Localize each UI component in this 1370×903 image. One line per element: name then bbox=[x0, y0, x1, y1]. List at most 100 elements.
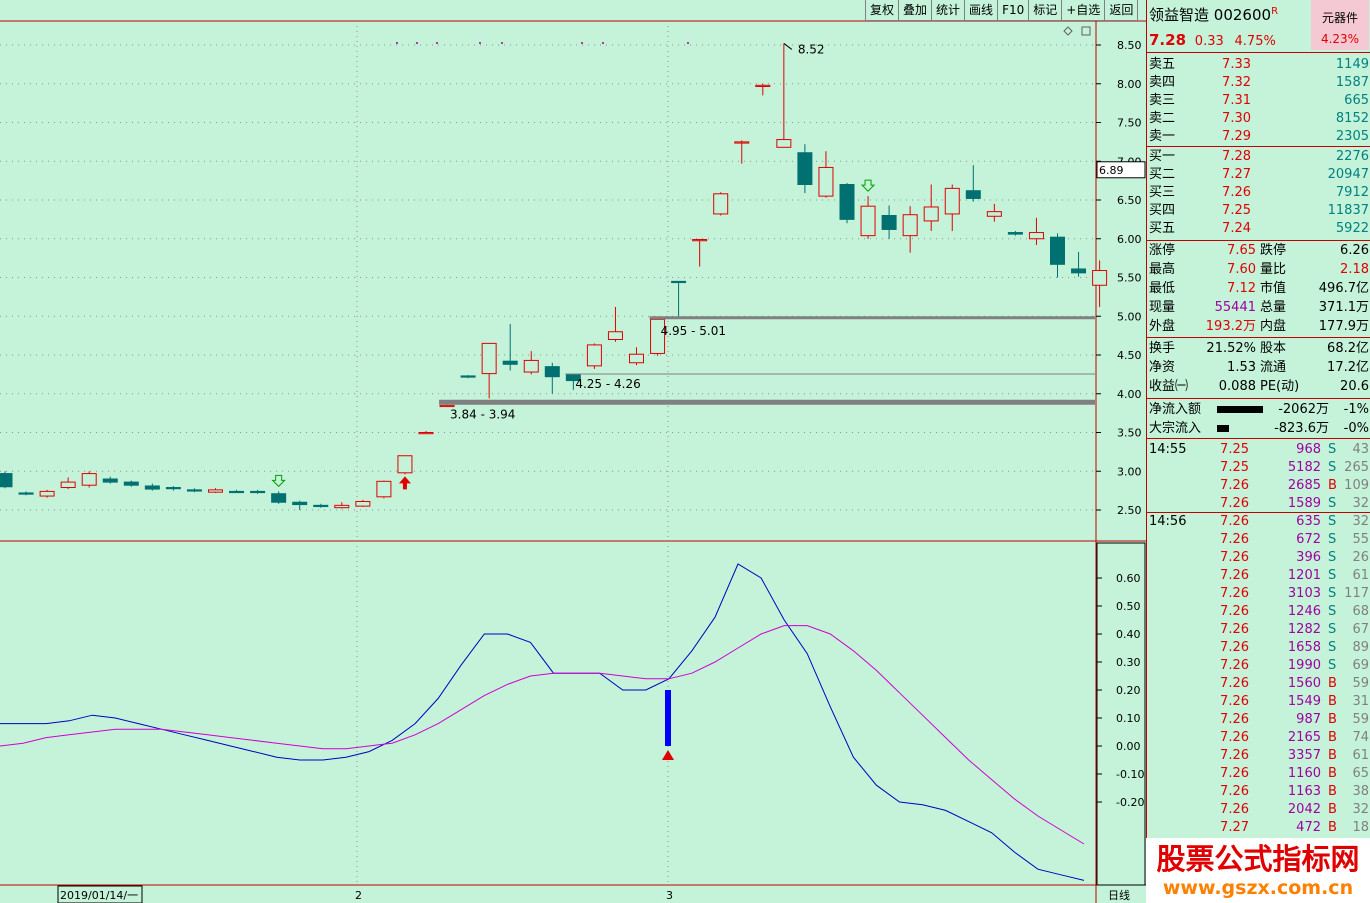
dif-line bbox=[0, 563, 1085, 881]
tick-side: B bbox=[1328, 712, 1337, 727]
stat-key: 涨停 bbox=[1149, 243, 1176, 258]
tick-count: 59 bbox=[1352, 676, 1369, 691]
tick-price: 7.26 bbox=[1220, 532, 1249, 547]
candle bbox=[271, 491, 287, 504]
tick-count: 31 bbox=[1352, 694, 1369, 709]
candle bbox=[713, 192, 729, 216]
indicator-tick-label: 0.60 bbox=[1116, 572, 1141, 585]
bid-row[interactable]: 买四 7.25 11837 bbox=[1147, 202, 1370, 220]
candle-body bbox=[481, 342, 497, 375]
candle-body bbox=[186, 489, 202, 492]
ask-volume: 1587 bbox=[1335, 75, 1369, 90]
mark-button[interactable]: 标记 bbox=[1028, 0, 1063, 21]
overlay-button[interactable]: 叠加 bbox=[898, 0, 933, 21]
candle-body bbox=[986, 211, 1002, 217]
signal-dot bbox=[396, 42, 398, 44]
ask-row[interactable]: 卖四 7.32 1587 bbox=[1147, 74, 1370, 92]
statistics-button[interactable]: 统计 bbox=[931, 0, 966, 21]
flow-bar bbox=[1217, 425, 1229, 432]
stat-value-2: 17.2亿 bbox=[1327, 360, 1369, 375]
flow-pct: -1% bbox=[1343, 402, 1369, 417]
candle bbox=[292, 500, 308, 510]
tick-volume: 1163 bbox=[1287, 784, 1321, 799]
tick-count: 26 bbox=[1352, 550, 1369, 565]
candle-body bbox=[144, 485, 160, 490]
stat-row: 涨停 7.65 跌停 6.26 bbox=[1147, 242, 1370, 260]
tick-price: 7.26 bbox=[1220, 676, 1249, 691]
bid-label: 买四 bbox=[1149, 203, 1176, 218]
tick-row: 7.27 472 B 18 bbox=[1147, 819, 1370, 837]
tick-volume: 3103 bbox=[1287, 586, 1321, 601]
bid-price: 7.26 bbox=[1222, 185, 1251, 200]
price-tick-label: 3.00 bbox=[1117, 465, 1142, 478]
stat-row: 净资 1.53 流通 17.2亿 bbox=[1147, 359, 1370, 377]
stat-key-2: 总量 bbox=[1260, 300, 1287, 315]
month-label: 3 bbox=[666, 889, 673, 902]
signal-dot bbox=[416, 42, 418, 44]
down-arrow-icon bbox=[860, 179, 876, 192]
tick-price: 7.27 bbox=[1220, 820, 1249, 835]
tick-row: 7.26 1658 S 89 bbox=[1147, 639, 1370, 657]
stat-value: 7.12 bbox=[1227, 281, 1256, 296]
candle-body bbox=[629, 353, 644, 364]
stat-row: 最高 7.60 量比 2.18 bbox=[1147, 261, 1370, 279]
restore-rights-button[interactable]: 复权 bbox=[865, 0, 900, 21]
flow-value: -823.6万 bbox=[1274, 421, 1329, 436]
indicator-tick-label: -0.10 bbox=[1116, 768, 1144, 781]
candle bbox=[460, 375, 476, 379]
candle-body bbox=[839, 184, 855, 220]
stat-row: 最低 7.12 市值 496.7亿 bbox=[1147, 280, 1370, 298]
signal-bar bbox=[665, 690, 671, 746]
tick-side: B bbox=[1328, 766, 1337, 781]
last-price: 7.28 bbox=[1149, 31, 1187, 49]
draw-line-button[interactable]: 画线 bbox=[964, 0, 999, 21]
stat-key: 净资 bbox=[1149, 360, 1176, 375]
tick-side: B bbox=[1328, 478, 1337, 493]
tick-count: 109 bbox=[1344, 478, 1369, 493]
sector-plugin[interactable]: 元器件 4.23% bbox=[1311, 0, 1369, 50]
tick-price: 7.26 bbox=[1220, 766, 1249, 781]
tick-side: S bbox=[1328, 550, 1337, 565]
candle-body bbox=[1007, 232, 1023, 235]
tick-side: S bbox=[1328, 460, 1337, 475]
candle bbox=[881, 205, 897, 239]
tick-volume: 1990 bbox=[1287, 658, 1321, 673]
bid-volume: 2276 bbox=[1335, 149, 1369, 164]
f10-button[interactable]: F10 bbox=[997, 0, 1030, 21]
signal-dot bbox=[501, 42, 503, 44]
bid-label: 买二 bbox=[1149, 167, 1176, 182]
candle bbox=[965, 165, 981, 202]
add-watchlist-button[interactable]: +自选 bbox=[1061, 0, 1106, 21]
back-button[interactable]: 返回 bbox=[1104, 0, 1139, 21]
flow-label: 大宗流入 bbox=[1149, 421, 1202, 436]
stat-value-2: 20.6 bbox=[1340, 379, 1369, 394]
tick-volume: 968 bbox=[1296, 442, 1321, 457]
stat-key-2: PE(动) bbox=[1260, 379, 1300, 394]
stock-name: 领益智造 bbox=[1149, 6, 1210, 24]
ask-label: 卖二 bbox=[1149, 111, 1176, 126]
ask-row[interactable]: 卖二 7.30 8152 bbox=[1147, 110, 1370, 128]
kline-chart-area[interactable]: 8.508.007.507.006.506.005.505.004.504.00… bbox=[0, 0, 1146, 903]
bid-row[interactable]: 买二 7.27 20947 bbox=[1147, 166, 1370, 184]
price-change: 0.33 bbox=[1194, 34, 1224, 49]
tick-side: B bbox=[1328, 730, 1337, 745]
bid-row[interactable]: 买一 7.28 2276 bbox=[1147, 148, 1370, 166]
tick-side: S bbox=[1328, 568, 1337, 583]
bid-row[interactable]: 买三 7.26 7912 bbox=[1147, 184, 1370, 202]
candle bbox=[502, 324, 518, 371]
sector-name: 元器件 bbox=[1321, 11, 1358, 25]
bid-volume: 5922 bbox=[1335, 221, 1369, 236]
ask-row[interactable]: 卖一 7.29 2305 bbox=[1147, 128, 1370, 146]
ask-row[interactable]: 卖三 7.31 665 bbox=[1147, 92, 1370, 110]
tick-count: 117 bbox=[1344, 586, 1369, 601]
candle bbox=[755, 83, 771, 96]
ask-row[interactable]: 卖五 7.33 1149 bbox=[1147, 56, 1370, 74]
candle bbox=[250, 489, 266, 494]
candle-body bbox=[165, 487, 181, 490]
tick-side: S bbox=[1328, 586, 1337, 601]
flow-label: 净流入额 bbox=[1149, 402, 1202, 417]
bid-row[interactable]: 买五 7.24 5922 bbox=[1147, 220, 1370, 238]
tick-side: S bbox=[1328, 514, 1337, 529]
candle-body bbox=[1092, 270, 1108, 286]
candle bbox=[839, 182, 855, 224]
